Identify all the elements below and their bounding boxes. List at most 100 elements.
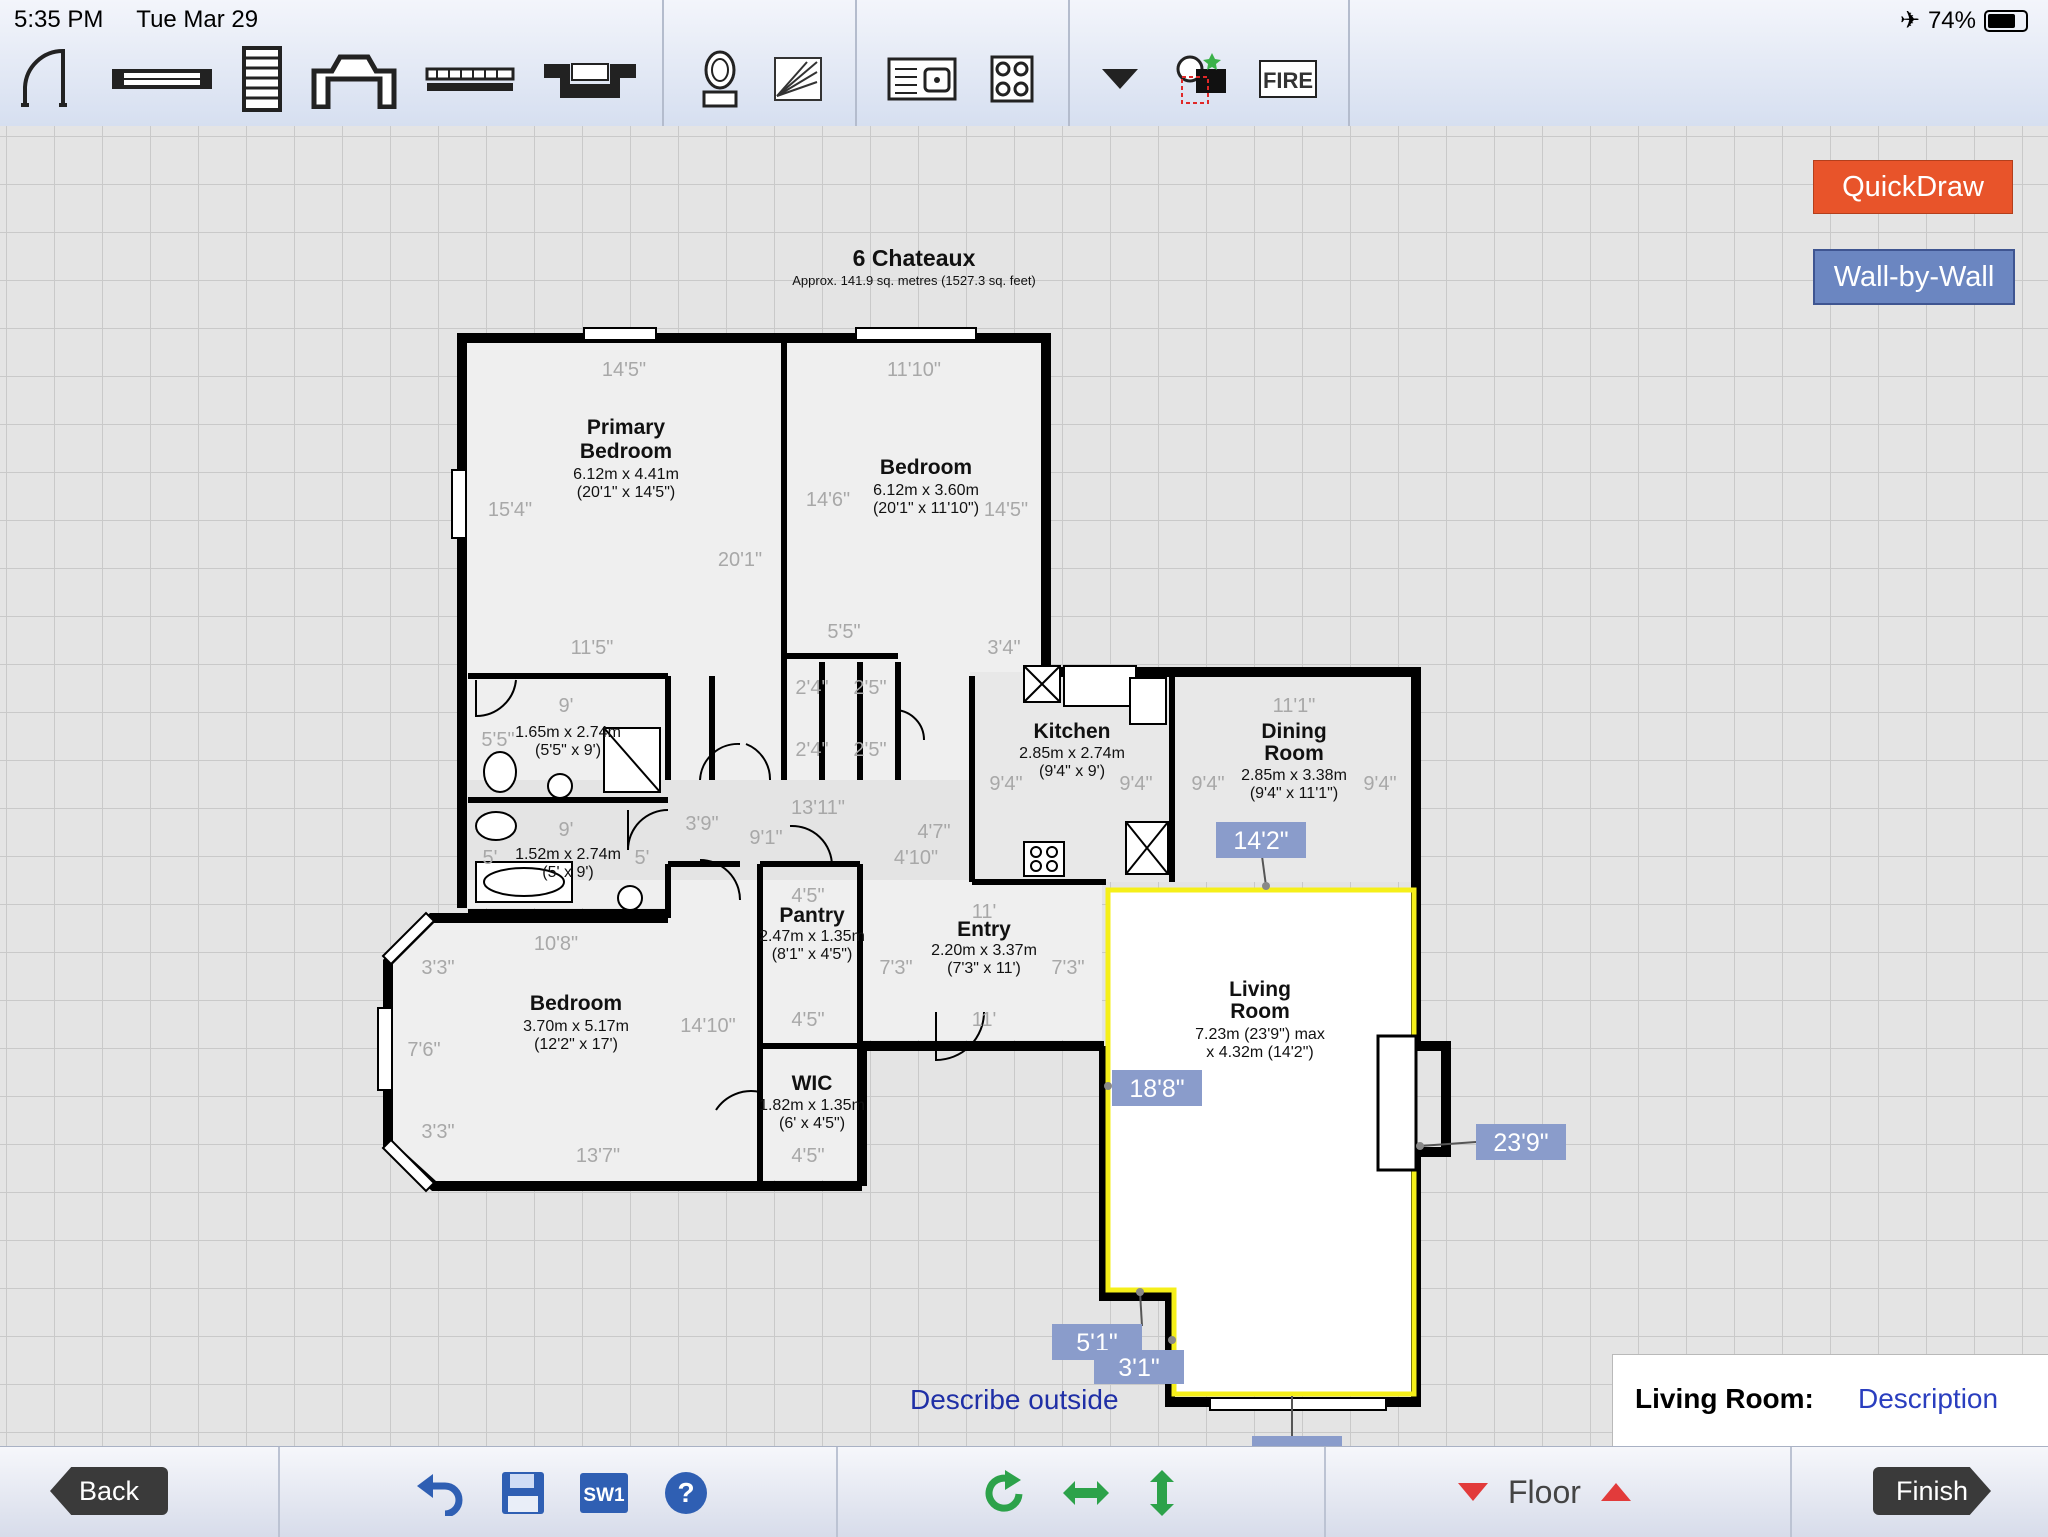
dim-label: 5' [635,847,650,869]
light-icon[interactable] [748,44,848,114]
hob-icon[interactable] [962,44,1062,114]
dim-label: 11'5" [571,637,614,659]
dim-label: 3'3" [421,1121,454,1143]
room-name: Primary [587,416,666,439]
dim-label: 14'6" [806,489,850,511]
toolbar-separator [1324,1447,1326,1537]
dim-label: 9'4" [989,773,1022,795]
dim-label: 14'10" [680,1015,735,1037]
floor-down-icon[interactable] [1458,1483,1488,1501]
toolbar-separator [836,1447,838,1537]
bay-icon[interactable] [304,44,404,114]
plan-title: 6 Chateaux [853,245,976,271]
back-button[interactable]: Back [50,1467,168,1515]
toolbar-separator [662,0,664,126]
room-imperial: (20'1" x 14'5") [577,484,675,501]
room-name: Bedroom [530,992,622,1015]
dim-label: 2'5" [853,739,886,761]
dim-label: 4'5" [791,1009,824,1031]
room-imperial: (12'2" x 17') [534,1036,618,1053]
dim-label: 3'4" [987,637,1020,659]
dim-label: 2'5" [853,677,886,699]
dim-tag-text: 18'8" [1129,1075,1184,1103]
finish-button[interactable]: Finish [1873,1467,1991,1515]
describe-outside-link[interactable]: Describe outside [910,1384,1119,1416]
status-left: 5:35 PM Tue Mar 29 [14,6,258,34]
door-swing-icon[interactable] [5,44,105,114]
sw1-button[interactable]: SW1 [576,1465,632,1521]
plan-subtitle: Approx. 141.9 sq. metres (1527.3 sq. fee… [792,273,1036,288]
dim-label: 2'4" [795,739,828,761]
dim-tag-text: 14'2" [1233,827,1288,855]
dim-label: 3'9" [685,813,718,835]
fireplace [1376,1034,1418,1172]
room-metric: 6.12m x 3.60m [873,482,979,499]
dim-label: 4'10" [894,847,938,869]
description-field[interactable]: Description [1858,1383,1998,1415]
dim-tag[interactable] [1252,1436,1342,1446]
room-imperial: (5'5" x 9') [535,742,601,759]
wall-by-wall-button[interactable]: Wall-by-Wall [1813,249,2015,305]
dim-label: 13'7" [576,1145,620,1167]
room-name: Living [1229,978,1291,1001]
dim-label: 7'6" [407,1039,440,1061]
room-name: Room [1264,742,1324,765]
dim-label: 13'11" [791,797,845,819]
undo-icon[interactable] [412,1465,468,1521]
room-name: Pantry [779,904,845,927]
stairs-icon[interactable] [212,44,312,114]
dim-label: 20'1" [718,549,762,571]
rotate-icon[interactable] [976,1465,1032,1521]
dim-label: 9'4" [1119,773,1152,795]
battery-percent: 74% [1927,6,1976,34]
living-room-fill[interactable] [1108,890,1414,1394]
room-imperial: (20'1" x 11'10") [873,500,979,517]
help-icon[interactable]: ? [658,1465,714,1521]
dim-label: 14'5" [984,499,1028,521]
floor-selector[interactable]: Floor [1458,1467,1631,1517]
room-metric: 3.70m x 5.17m [523,1018,629,1035]
room-metric: 2.85m x 3.38m [1241,767,1347,784]
toolbar-separator [1348,0,1350,126]
room-imperial: (9'4" x 11'1") [1250,785,1338,802]
room-imperial: (5' x 9') [542,864,593,881]
top-toolbar: 5:35 PM Tue Mar 29 ✈ 74% FIRE [0,0,2048,127]
floor-up-icon[interactable] [1600,1483,1631,1501]
room-metric: 1.52m x 2.74m [515,846,621,863]
window-icon[interactable] [112,44,212,114]
camera-icon[interactable] [1152,44,1252,114]
description-room-label: Living Room: [1635,1383,1814,1414]
save-icon[interactable] [495,1465,551,1521]
dim-label: 10'8" [534,933,578,955]
quickdraw-button[interactable]: QuickDraw [1813,160,2013,214]
fire-icon[interactable]: FIRE [1238,44,1338,114]
battery-level [1988,13,2015,28]
room-imperial: x 4.32m (14'2") [1206,1044,1313,1061]
room-description-panel[interactable]: Living Room: Description [1612,1354,2048,1448]
dim-label: 9'4" [1363,773,1396,795]
floor-plan[interactable]: 6 Chateaux Approx. 141.9 sq. metres (152… [0,126,2048,1446]
room-metric: 1.65m x 2.74m [515,724,621,741]
radiator-icon[interactable] [420,44,520,114]
recess-icon[interactable] [540,44,640,114]
dim-tag-text: 3'1" [1118,1354,1159,1382]
toolbar-separator [278,1447,280,1537]
room-name: Bedroom [580,440,672,463]
dim-label: 9' [559,695,574,717]
dim-label: 9' [559,819,574,841]
dim-label: 4'7" [917,821,950,843]
sink-unit-icon[interactable] [872,44,972,114]
status-date: Tue Mar 29 [136,6,259,33]
flip-vertical-icon[interactable] [1134,1465,1190,1521]
dim-label: 9'4" [1191,773,1224,795]
room-name: Dining [1261,720,1326,743]
room-name: WIC [792,1072,833,1095]
flip-horizontal-icon[interactable] [1058,1465,1114,1521]
dim-label: 2'4" [795,677,828,699]
room-metric: 2.20m x 3.37m [931,942,1037,959]
dim-label: 5'5" [481,729,514,751]
plan-canvas[interactable]: 6 Chateaux Approx. 141.9 sq. metres (152… [0,126,2048,1446]
svg-text:?: ? [677,1477,694,1508]
toolbar-separator [1790,1447,1792,1537]
dim-label: 15'4" [488,499,532,521]
